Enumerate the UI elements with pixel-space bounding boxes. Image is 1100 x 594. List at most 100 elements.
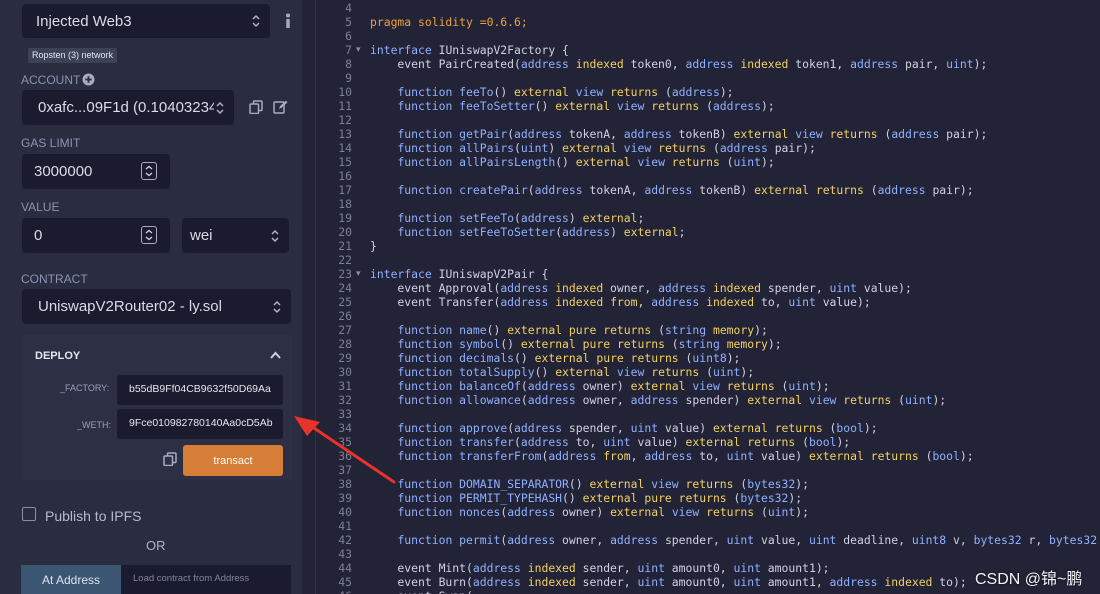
code-token: external: [754, 183, 809, 197]
at-address-button[interactable]: At Address: [21, 565, 121, 594]
code-token: external: [555, 365, 611, 379]
code-token: external: [733, 127, 789, 141]
account-select[interactable]: 0xafc...09F1d (0.10403234: [22, 90, 234, 125]
code-token: function: [397, 491, 453, 505]
code-token: view: [616, 365, 645, 379]
code-token: (: [877, 127, 892, 141]
code-line: function createPair(address tokenA, addr…: [370, 183, 974, 197]
code-line: event Transfer(address indexed from, add…: [370, 295, 870, 309]
panel-splitter[interactable]: [302, 0, 316, 594]
code-token: );: [754, 323, 768, 337]
code-token: );: [719, 85, 734, 99]
environment-select[interactable]: Injected Web3: [22, 4, 270, 38]
code-token: event Swap(: [370, 589, 472, 594]
code-token: bytes32: [747, 477, 796, 491]
code-token: from: [603, 449, 631, 463]
code-token: address: [644, 183, 693, 197]
info-icon[interactable]: [283, 13, 293, 29]
code-token: );: [959, 449, 974, 463]
gas-limit-input[interactable]: 3000000: [22, 154, 170, 189]
value-unit-select[interactable]: wei: [182, 218, 289, 253]
line-number: 22: [338, 253, 352, 267]
factory-input[interactable]: b55dB9Ff04CB9632f50D69Aa: [117, 375, 283, 405]
transact-button[interactable]: transact: [183, 445, 283, 476]
load-address-input[interactable]: Load contract from Address: [121, 565, 291, 594]
code-token: pair,: [898, 57, 947, 71]
chevron-up-icon[interactable]: [270, 351, 281, 359]
code-token: function: [397, 141, 453, 155]
value-stepper[interactable]: [141, 226, 157, 244]
code-token: bytes32: [740, 491, 789, 505]
code-token: (: [520, 379, 528, 393]
value-input[interactable]: 0: [22, 218, 170, 253]
publish-ipfs-checkbox[interactable]: [22, 507, 36, 521]
copy-icon[interactable]: [249, 100, 263, 114]
code-token: value);: [856, 281, 912, 295]
code-token: uint: [637, 575, 665, 589]
code-token: to,: [692, 449, 727, 463]
fold-chevron-icon[interactable]: ▾: [356, 45, 361, 55]
code-token: address: [527, 393, 576, 407]
code-token: returns: [774, 421, 823, 435]
publish-ipfs-label: Publish to IPFS: [45, 508, 142, 524]
code-token: returns: [829, 127, 878, 141]
edit-icon[interactable]: [273, 100, 288, 114]
contract-value: UniswapV2Router02 - ly.sol: [38, 298, 222, 315]
line-number: 18: [338, 197, 352, 211]
deploy-run-panel: Injected Web3 Ropsten (3) network ACCOUN…: [0, 0, 302, 594]
code-token: external: [808, 449, 864, 463]
fold-chevron-icon[interactable]: ▾: [356, 269, 361, 279]
code-token: function: [397, 449, 453, 463]
line-number: 11: [338, 99, 352, 113]
code-token: memory: [726, 337, 768, 351]
code-token: uint: [603, 435, 631, 449]
line-number: 8: [345, 57, 352, 71]
code-token: address: [548, 449, 597, 463]
code-token: deadline,: [836, 533, 912, 547]
code-token: );: [795, 477, 809, 491]
add-account-icon[interactable]: [82, 73, 95, 86]
copy-icon[interactable]: [163, 452, 177, 466]
code-token: uint: [712, 365, 741, 379]
code-token: setFeeToSetter: [459, 225, 556, 239]
code-token: pair);: [925, 183, 974, 197]
at-address-label: At Address: [41, 572, 101, 587]
weth-value: 9Fce010982780140Aa0cD5Ab: [129, 417, 273, 429]
code-token: uint: [788, 379, 816, 393]
code-token: (: [754, 505, 768, 519]
code-token: function: [397, 85, 453, 99]
code-token: view: [651, 477, 679, 491]
code-token: (: [527, 183, 535, 197]
code-token: uint8: [911, 533, 947, 547]
code-token: event Transfer(: [370, 295, 501, 309]
code-token: address: [500, 281, 549, 295]
code-token: address: [527, 379, 576, 393]
code-token: address: [644, 449, 693, 463]
code-token: to);: [932, 575, 967, 589]
line-number: 24: [338, 281, 352, 295]
gas-limit-stepper[interactable]: [141, 162, 157, 180]
code-token: address: [534, 183, 583, 197]
code-token: address: [630, 393, 679, 407]
contract-select[interactable]: UniswapV2Router02 - ly.sol: [22, 289, 291, 324]
code-token: feeToSetter: [459, 99, 535, 113]
line-number: 7: [345, 43, 352, 57]
code-token: function: [397, 379, 453, 393]
code-line: function approve (address spender, uint v…: [370, 421, 877, 435]
code-token: value): [630, 435, 686, 449]
code-token: );: [973, 57, 988, 71]
code-token: returns: [630, 351, 679, 365]
line-number: 46: [316, 589, 352, 594]
weth-input[interactable]: 9Fce010982780140Aa0cD5Ab: [117, 409, 283, 439]
code-token: from: [610, 295, 638, 309]
code-token: external: [685, 435, 741, 449]
code-editor[interactable]: 4 5 pragma solidity =0.6.6; 6 7 ▾ interface IU…: [316, 0, 1100, 594]
line-number: 43: [338, 547, 352, 561]
code-token: function: [397, 99, 453, 113]
code-token: (: [726, 491, 741, 505]
weth-label: _WETH:: [77, 420, 112, 430]
